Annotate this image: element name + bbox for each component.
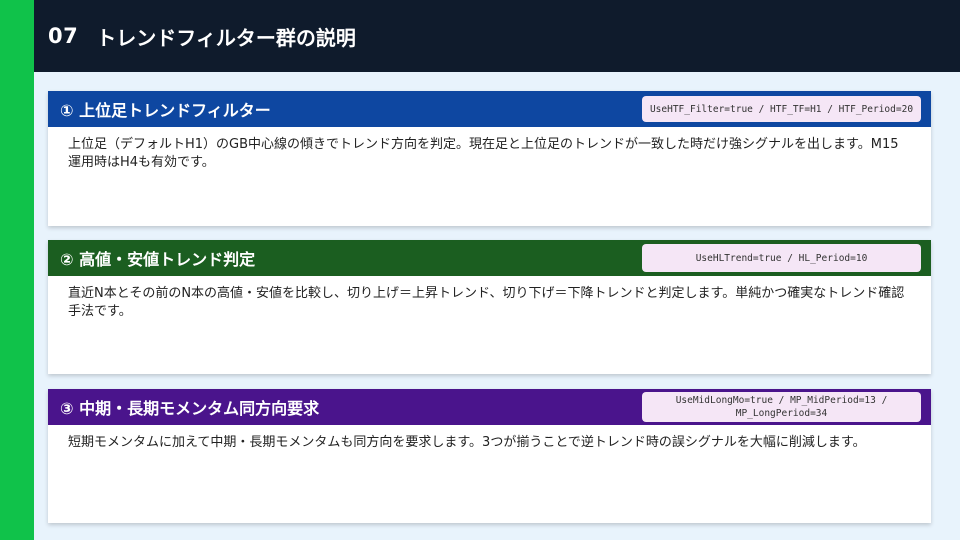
slide-header: 07 トレンドフィルター群の説明 (34, 0, 960, 72)
slide-number: 07 (48, 24, 79, 48)
slide-title: トレンドフィルター群の説明 (96, 25, 356, 50)
card-description: 上位足（デフォルトH1）のGB中心線の傾きでトレンド方向を判定。現在足と上位足の… (68, 137, 899, 170)
card-header: ① 上位足トレンドフィルター UseHTF_Filter=true / HTF_… (48, 91, 931, 127)
parameter-box: UseMidLongMo=true / MP_MidPeriod=13 / MP… (642, 392, 921, 422)
card-header: ② 高値・安値トレンド判定 UseHLTrend=true / HL_Perio… (48, 240, 931, 276)
parameter-box: UseHTF_Filter=true / HTF_TF=H1 / HTF_Per… (642, 96, 921, 122)
card-hl-trend: ② 高値・安値トレンド判定 UseHLTrend=true / HL_Perio… (48, 240, 931, 374)
card-title: ② 高値・安値トレンド判定 (60, 250, 256, 269)
parameter-box: UseHLTrend=true / HL_Period=10 (642, 244, 921, 272)
left-accent-bar (0, 0, 34, 540)
card-description: 短期モメンタムに加えて中期・長期モメンタムも同方向を要求します。3つが揃うことで… (68, 435, 866, 450)
card-title: ③ 中期・長期モメンタム同方向要求 (60, 399, 320, 418)
card-header: ③ 中期・長期モメンタム同方向要求 UseMidLongMo=true / MP… (48, 389, 931, 425)
card-title: ① 上位足トレンドフィルター (60, 101, 271, 120)
card-htf-filter: ① 上位足トレンドフィルター UseHTF_Filter=true / HTF_… (48, 91, 931, 226)
card-mid-long-momentum: ③ 中期・長期モメンタム同方向要求 UseMidLongMo=true / MP… (48, 389, 931, 523)
card-description: 直近N本とその前のN本の高値・安値を比較し、切り上げ＝上昇トレンド、切り下げ＝下… (68, 286, 905, 319)
